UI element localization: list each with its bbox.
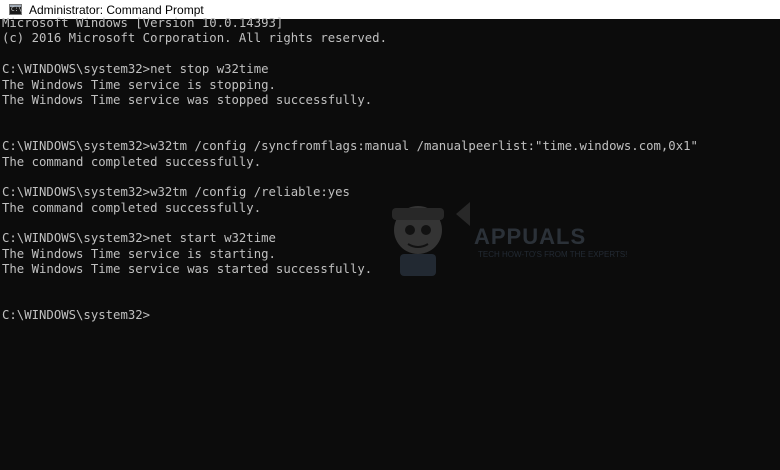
console-line: C:\WINDOWS\system32> <box>2 308 151 323</box>
console-line: C:\WINDOWS\system32>net stop w32time <box>2 62 269 77</box>
command-prompt-icon[interactable]: C:\ <box>9 4 22 15</box>
console-line: The Windows Time service is stopping. <box>2 77 276 92</box>
command-prompt-icon-glyph: C:\ <box>11 6 22 13</box>
console-line: The Windows Time service was stopped suc… <box>2 92 373 107</box>
window-title: Administrator: Command Prompt <box>29 2 204 17</box>
console-line: C:\WINDOWS\system32>w32tm /config /syncf… <box>2 139 698 154</box>
console-line: The Windows Time service is starting. <box>2 246 276 261</box>
console-line: The Windows Time service was started suc… <box>2 262 373 277</box>
console-output[interactable]: Microsoft Windows [Version 10.0.14393] (c… <box>0 16 780 470</box>
console-line: (c) 2016 Microsoft Corporation. All righ… <box>2 31 387 46</box>
console-line: The command completed successfully. <box>2 200 262 215</box>
console-line: C:\WINDOWS\system32>w32tm /config /relia… <box>2 185 350 200</box>
console-line: The command completed successfully. <box>2 154 262 169</box>
command-prompt-window: C:\ Administrator: Command Prompt APPUAL… <box>0 0 780 470</box>
console-line: Microsoft Windows [Version 10.0.14393] <box>2 16 284 30</box>
console-line: C:\WINDOWS\system32>net start w32time <box>2 231 276 246</box>
